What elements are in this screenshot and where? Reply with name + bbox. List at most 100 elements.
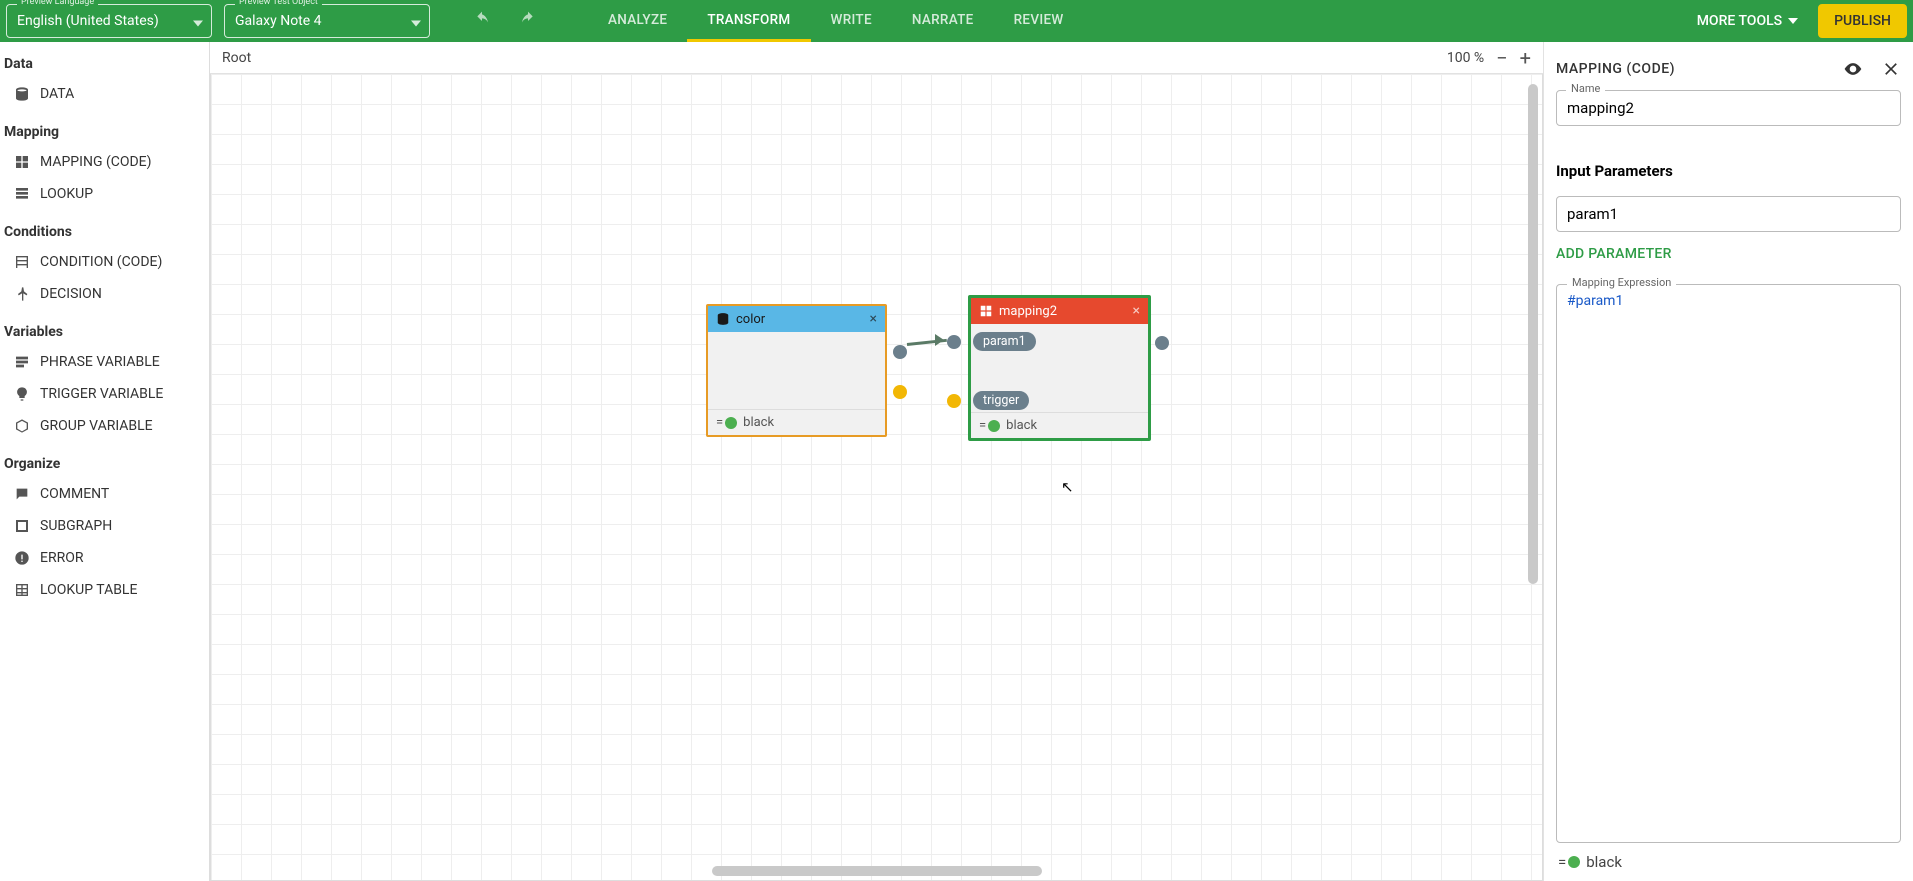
main-tabs: ANALYZE TRANSFORM WRITE NARRATE REVIEW: [588, 0, 1084, 42]
preview-test-object-value: Galaxy Note 4: [235, 13, 322, 29]
tab-analyze[interactable]: ANALYZE: [588, 0, 687, 42]
node-header[interactable]: color ×: [708, 306, 885, 332]
palette-section-organize: Organize: [0, 442, 209, 478]
cube-icon: [14, 418, 30, 434]
palette-item-label: DECISION: [40, 286, 102, 302]
edge-arrow: [935, 334, 944, 346]
publish-button[interactable]: PUBLISH: [1818, 4, 1907, 38]
output-port-data[interactable]: [1155, 336, 1169, 350]
node-header[interactable]: mapping2 ×: [971, 298, 1148, 324]
tab-transform[interactable]: TRANSFORM: [687, 0, 810, 42]
lightbulb-icon: [14, 386, 30, 402]
palette-item-phrase-variable[interactable]: PHRASE VARIABLE: [0, 346, 209, 378]
mapping-expression-code: #param1: [1567, 293, 1623, 309]
canvas-toolbar: Root 100 % − +: [210, 42, 1543, 74]
tab-write[interactable]: WRITE: [811, 0, 892, 42]
palette-item-lookup[interactable]: LOOKUP: [0, 178, 209, 210]
name-field-label: Name: [1566, 82, 1605, 95]
redo-icon[interactable]: [518, 11, 538, 31]
comment-icon: [14, 486, 30, 502]
palette-item-subgraph[interactable]: SUBGRAPH: [0, 510, 209, 542]
param1-input[interactable]: [1556, 196, 1901, 232]
undo-icon[interactable]: [472, 11, 492, 31]
node-result-value: black: [743, 415, 774, 430]
palette-section-variables: Variables: [0, 310, 209, 346]
table-icon: [14, 582, 30, 598]
name-input[interactable]: [1556, 90, 1901, 126]
add-parameter-button[interactable]: ADD PARAMETER: [1556, 246, 1901, 262]
palette-item-trigger-variable[interactable]: TRIGGER VARIABLE: [0, 378, 209, 410]
database-icon: [14, 86, 30, 102]
input-parameters-heading: Input Parameters: [1556, 162, 1901, 180]
zoom-out-icon[interactable]: −: [1496, 46, 1507, 70]
close-icon[interactable]: ×: [1133, 303, 1140, 319]
palette-item-lookup-table[interactable]: LOOKUP TABLE: [0, 574, 209, 606]
palette-item-label: LOOKUP TABLE: [40, 582, 137, 598]
grid-icon: [14, 154, 30, 170]
node-title: mapping2: [999, 304, 1057, 319]
palette-item-mapping-code[interactable]: MAPPING (CODE): [0, 146, 209, 178]
palette-item-label: SUBGRAPH: [40, 518, 112, 534]
palette-item-condition-code[interactable]: CONDITION (CODE): [0, 246, 209, 278]
chevron-down-icon: [411, 12, 421, 31]
output-port-trigger[interactable]: [893, 385, 907, 399]
palette-item-error[interactable]: ERROR: [0, 542, 209, 574]
preview-language-select[interactable]: Preview Language English (United States): [6, 4, 212, 38]
chevron-down-icon: [1788, 18, 1798, 24]
zoom-in-icon[interactable]: +: [1520, 46, 1531, 70]
table-icon: [14, 254, 30, 270]
horizontal-scrollbar[interactable]: [712, 866, 1042, 876]
breadcrumb[interactable]: Root: [222, 50, 251, 66]
palette-item-label: ERROR: [40, 550, 83, 566]
palette-item-label: PHRASE VARIABLE: [40, 354, 160, 370]
palette-item-group-variable[interactable]: GROUP VARIABLE: [0, 410, 209, 442]
palette-item-comment[interactable]: COMMENT: [0, 478, 209, 510]
canvas-area: Root 100 % − + color × =: [210, 42, 1543, 881]
preview-language-label: Preview Language: [17, 0, 98, 7]
panel-title: MAPPING (CODE): [1556, 61, 1675, 77]
equals-label: =: [1558, 853, 1566, 871]
preview-test-object-select[interactable]: Preview Test Object Galaxy Note 4: [224, 4, 430, 38]
tab-narrate[interactable]: NARRATE: [892, 0, 994, 42]
preview-language-value: English (United States): [17, 13, 159, 29]
grid-icon: [979, 304, 993, 318]
palette-item-data[interactable]: DATA: [0, 78, 209, 110]
mapping-expression-field[interactable]: Mapping Expression #param1: [1556, 284, 1901, 843]
text-icon: [14, 354, 30, 370]
node-palette: Data DATA Mapping MAPPING (CODE) LOOKUP …: [0, 42, 210, 881]
vertical-scrollbar[interactable]: [1528, 84, 1538, 584]
result-preview: = black: [1556, 843, 1901, 873]
palette-section-data: Data: [0, 48, 209, 78]
node-color[interactable]: color × = black: [706, 304, 887, 437]
tab-review[interactable]: REVIEW: [994, 0, 1084, 42]
result-value: black: [1586, 853, 1622, 871]
input-port-param1[interactable]: [947, 335, 961, 349]
port-label-trigger: trigger: [973, 391, 1029, 410]
zoom-level: 100 %: [1447, 50, 1484, 66]
close-icon[interactable]: [1881, 59, 1901, 79]
input-port-trigger[interactable]: [947, 394, 961, 408]
palette-item-decision[interactable]: DECISION: [0, 278, 209, 310]
palette-item-label: CONDITION (CODE): [40, 254, 162, 270]
close-icon[interactable]: ×: [870, 311, 877, 327]
output-port-data[interactable]: [893, 345, 907, 359]
palette-item-label: TRIGGER VARIABLE: [40, 386, 163, 402]
graph-canvas[interactable]: color × = black: [210, 74, 1543, 881]
branch-icon: [14, 286, 30, 302]
status-indicator: [725, 417, 737, 429]
lookup-icon: [14, 186, 30, 202]
properties-panel: MAPPING (CODE) Name Input Parameters ADD…: [1543, 42, 1913, 881]
palette-item-label: DATA: [40, 86, 74, 102]
node-result-value: black: [1006, 418, 1037, 433]
database-icon: [716, 312, 730, 326]
top-bar: Preview Language English (United States)…: [0, 0, 1913, 42]
error-icon: [14, 550, 30, 566]
node-title: color: [736, 312, 765, 327]
eye-icon[interactable]: [1843, 59, 1863, 79]
node-mapping2[interactable]: mapping2 × = black: [968, 295, 1151, 441]
more-tools-label: MORE TOOLS: [1697, 13, 1782, 29]
equals-label: =: [979, 418, 986, 433]
more-tools-button[interactable]: MORE TOOLS: [1697, 13, 1798, 29]
preview-test-object-label: Preview Test Object: [235, 0, 322, 7]
palette-item-label: GROUP VARIABLE: [40, 418, 153, 434]
